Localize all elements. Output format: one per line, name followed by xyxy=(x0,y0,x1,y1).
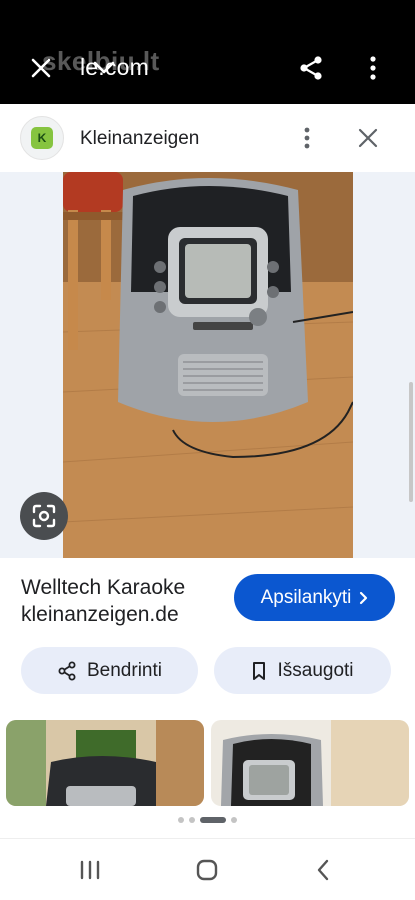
home-icon xyxy=(196,859,218,881)
close-icon xyxy=(31,58,51,78)
recent-apps-icon xyxy=(80,860,100,880)
carousel-dot-active xyxy=(200,817,226,823)
share-top-button[interactable] xyxy=(293,50,329,86)
result-title: Welltech Karaoke xyxy=(21,576,186,599)
save-label: Išsaugoti xyxy=(277,659,354,681)
share-icon xyxy=(58,661,76,680)
source-close-button[interactable] xyxy=(354,124,382,152)
share-label: Bendrinti xyxy=(87,659,162,681)
karaoke-machine-illustration xyxy=(63,172,353,558)
related-image[interactable] xyxy=(6,720,204,806)
page-url[interactable]: le.com xyxy=(80,54,149,81)
browser-top-bar: skelbiu.lt le.com xyxy=(0,0,415,104)
more-vert-icon xyxy=(304,127,310,149)
back-button[interactable] xyxy=(303,853,343,887)
close-button[interactable] xyxy=(23,50,59,86)
home-button[interactable] xyxy=(187,853,227,887)
related-image[interactable] xyxy=(211,720,409,806)
carousel-dot xyxy=(189,817,195,823)
back-icon xyxy=(317,859,329,881)
kleinanzeigen-logo-icon: K xyxy=(31,127,53,149)
result-domain: kleinanzeigen.de xyxy=(21,603,179,626)
carousel-indicator xyxy=(0,817,415,823)
related-image-2-illustration xyxy=(211,720,409,806)
source-more-button[interactable] xyxy=(296,124,318,152)
related-images-strip xyxy=(0,720,415,806)
carousel-dot xyxy=(231,817,237,823)
close-icon xyxy=(358,128,378,148)
carousel-dot xyxy=(178,817,184,823)
related-image-1-illustration xyxy=(6,720,204,806)
share-icon xyxy=(300,56,322,80)
recent-apps-button[interactable] xyxy=(70,853,110,887)
bookmark-icon xyxy=(253,661,266,680)
scrollbar[interactable] xyxy=(409,382,413,502)
share-button[interactable]: Bendrinti xyxy=(21,647,198,694)
image-preview-area xyxy=(0,172,415,558)
more-options-top-button[interactable] xyxy=(355,50,391,86)
chevron-right-icon xyxy=(360,591,368,604)
lens-search-button[interactable] xyxy=(20,492,68,540)
source-name[interactable]: Kleinanzeigen xyxy=(80,128,199,150)
source-header: K Kleinanzeigen xyxy=(0,104,415,172)
more-vert-icon xyxy=(370,56,376,80)
visit-button[interactable]: Apsilankyti xyxy=(234,574,395,621)
lens-icon xyxy=(32,504,56,528)
product-image[interactable] xyxy=(63,172,353,558)
save-button[interactable]: Išsaugoti xyxy=(214,647,391,694)
source-favicon: K xyxy=(20,116,64,160)
system-navigation-bar xyxy=(0,838,415,900)
visit-label: Apsilankyti xyxy=(260,586,352,608)
